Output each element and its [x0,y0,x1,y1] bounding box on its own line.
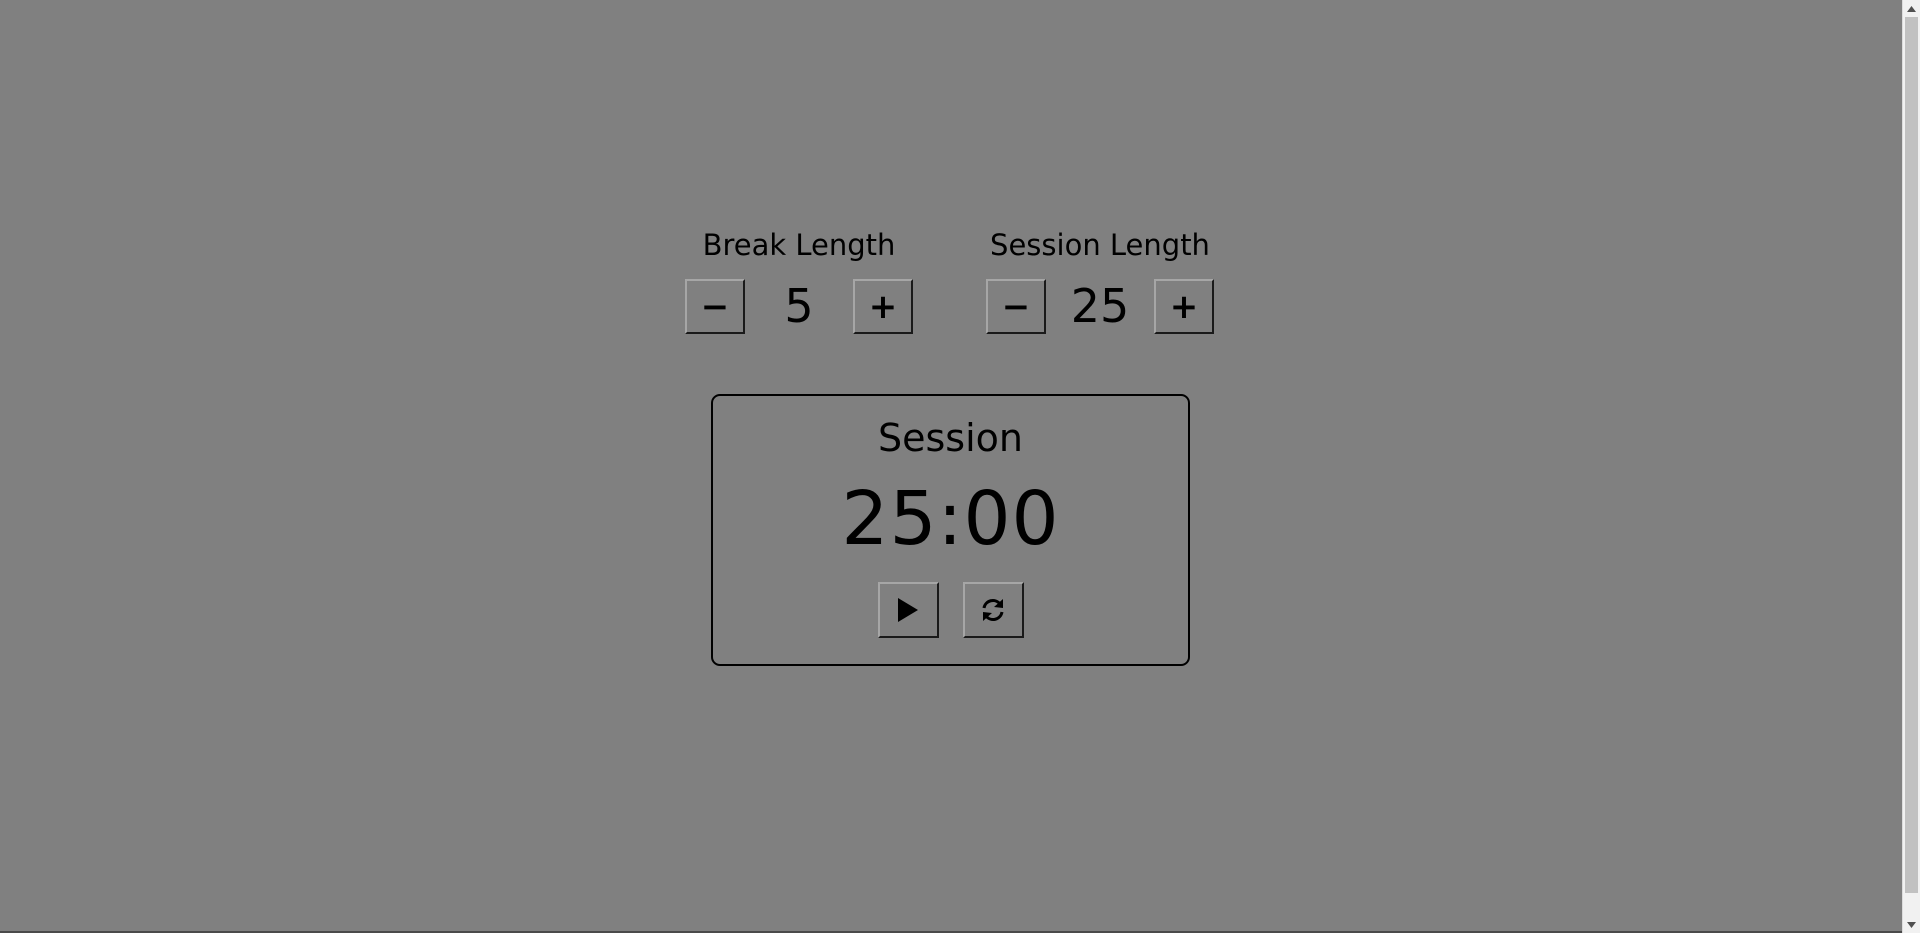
session-decrement-button[interactable]: − [986,279,1046,334]
break-length-row: − 5 + [669,279,929,334]
session-length-value: 25 [1070,279,1130,333]
session-length-row: − 25 + [970,279,1230,334]
timer-controls [713,582,1188,638]
session-length-label: Session Length [990,228,1210,262]
refresh-icon [982,599,1004,621]
time-left-display: 25:00 [841,476,1060,562]
break-length-label: Break Length [702,228,896,262]
vertical-scrollbar[interactable] [1902,0,1920,933]
reset-button[interactable] [962,582,1024,638]
timer-panel: Session 25:00 [711,394,1190,666]
session-increment-button[interactable]: + [1154,279,1214,334]
scroll-down-arrow-icon[interactable] [1903,916,1920,933]
timer-label: Session [878,416,1023,460]
page: Break Length − 5 + Session Length − 25 +… [0,0,1920,933]
break-length-value: 5 [784,279,814,333]
break-length-control: Break Length − 5 + [669,225,929,334]
session-length-control: Session Length − 25 + [970,225,1230,334]
break-increment-button[interactable]: + [853,279,913,334]
scrollbar-thumb[interactable] [1905,17,1918,893]
break-decrement-button[interactable]: − [685,279,745,334]
play-icon [898,598,918,622]
start-stop-button[interactable] [877,582,939,638]
scroll-up-arrow-icon[interactable] [1903,0,1920,17]
